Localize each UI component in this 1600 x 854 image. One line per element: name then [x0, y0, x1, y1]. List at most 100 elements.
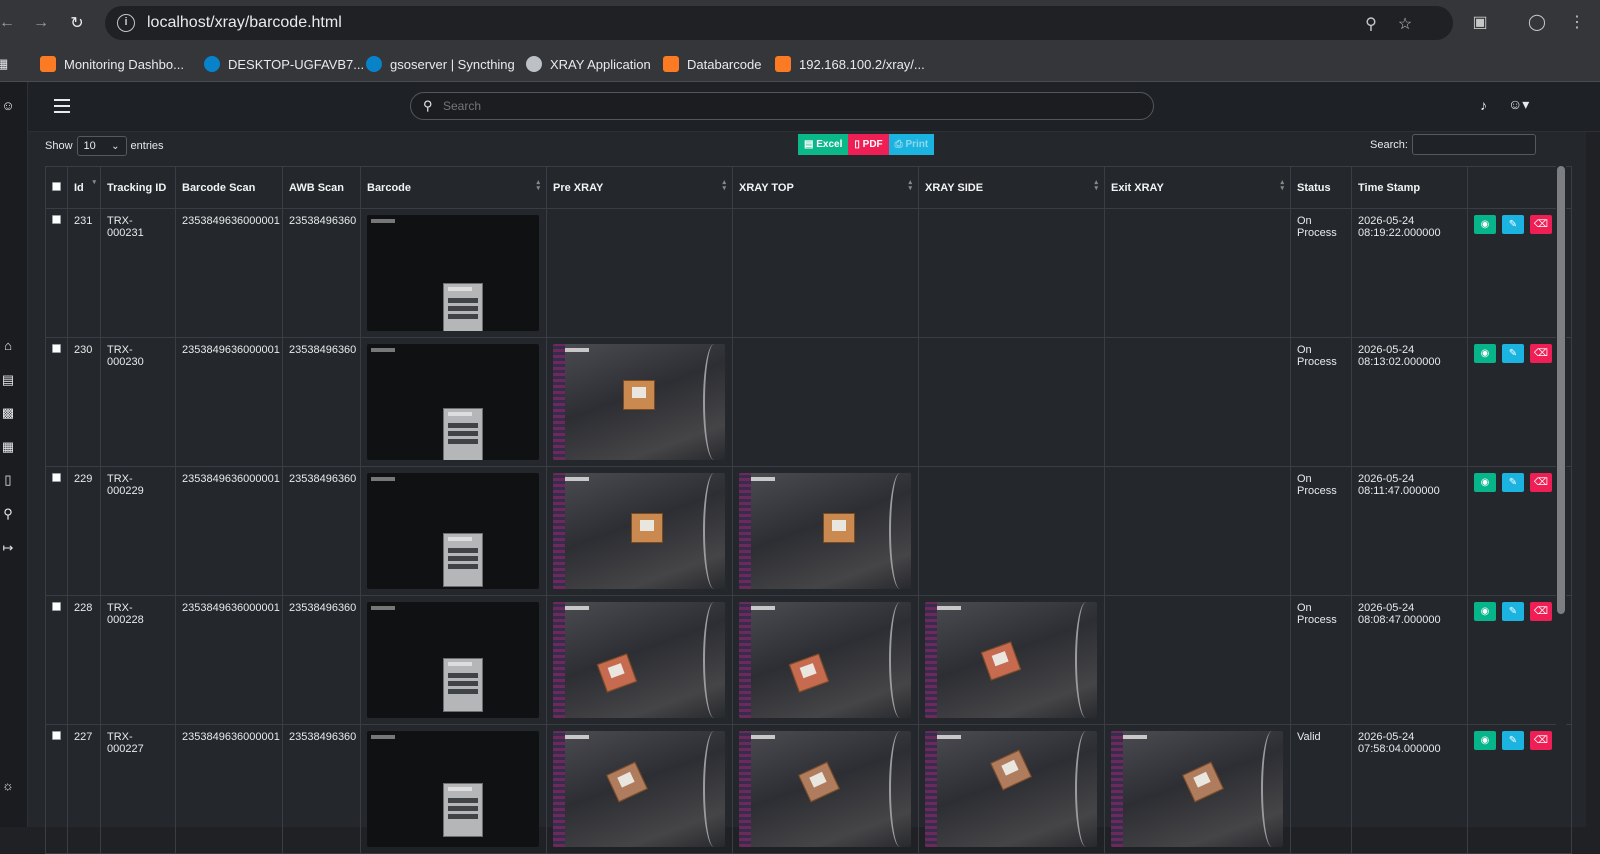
column-header-exit-xray[interactable]: Exit XRAY ▴ ▾ — [1104, 166, 1291, 209]
delete-button[interactable]: ⌫ — [1530, 602, 1552, 621]
barcode-image[interactable] — [367, 602, 539, 718]
barcode-image[interactable] — [367, 473, 539, 589]
column-header-xray-side[interactable]: XRAY SIDE ▴ ▾ — [918, 166, 1105, 209]
xray-top-cell — [732, 595, 919, 725]
barcode-image[interactable] — [367, 344, 539, 460]
forward-arrow-icon[interactable]: → — [28, 10, 54, 36]
global-search-input[interactable] — [443, 97, 1123, 115]
book-icon[interactable]: ▯ — [0, 472, 16, 488]
row-checkbox[interactable] — [52, 731, 61, 740]
zoom-icon[interactable]: ⚲ — [1361, 14, 1381, 34]
row-select-cell — [45, 466, 68, 596]
column-header-tracking-id[interactable]: Tracking ID — [100, 166, 176, 209]
pre-xray-image[interactable] — [553, 731, 725, 847]
hamburger-menu-icon[interactable] — [54, 99, 70, 113]
bookmark-item[interactable]: Monitoring Dashbo... — [40, 54, 184, 74]
view-button[interactable]: ◉ — [1474, 731, 1496, 750]
user-menu-icon[interactable]: ☺▾ — [1508, 96, 1529, 113]
table-row[interactable]: 228 TRX-000228 2353849636000001 23538496360… — [45, 595, 1572, 725]
xray-side-image[interactable] — [925, 602, 1097, 718]
delete-button[interactable]: ⌫ — [1530, 215, 1552, 234]
xray-top-image[interactable] — [739, 731, 911, 847]
pre-xray-image[interactable] — [553, 602, 725, 718]
column-header-pre-xray[interactable]: Pre XRAY ▴ ▾ — [546, 166, 733, 209]
column-header-awb-scan[interactable]: AWB Scan — [282, 166, 361, 209]
bookmark-star-icon[interactable]: ☆ — [1395, 14, 1415, 34]
select-all-checkbox[interactable] — [52, 181, 61, 191]
bookmark-item[interactable]: DESKTOP-UGFAVB7... — [204, 54, 364, 74]
package-shape — [1182, 761, 1224, 803]
notification-bell-icon[interactable]: ♪ — [1480, 97, 1487, 113]
edit-button[interactable]: ✎ — [1502, 473, 1524, 492]
menu-kebab-icon[interactable]: ⋮ — [1566, 12, 1588, 34]
row-select-cell — [45, 724, 68, 854]
apps-grid-icon[interactable]: ▦ — [0, 54, 8, 74]
tracking-id-cell: TRX-000229 — [100, 466, 176, 596]
site-info-icon[interactable]: i — [117, 14, 135, 32]
bookmark-item[interactable]: 192.168.100.2/xray/... — [775, 54, 925, 74]
row-checkbox[interactable] — [52, 602, 61, 611]
back-arrow-icon[interactable]: ← — [0, 10, 20, 36]
column-header-barcode[interactable]: Barcode ▴ ▾ — [360, 166, 547, 209]
url-text[interactable]: localhost/xray/barcode.html — [147, 14, 342, 32]
image-caption — [371, 348, 395, 352]
conveyor-belt — [553, 473, 565, 589]
column-header-xray-top[interactable]: XRAY TOP ▴ ▾ — [732, 166, 919, 209]
table-row[interactable]: 229 TRX-000229 2353849636000001 23538496360… — [45, 466, 1572, 596]
table-row[interactable]: 230 TRX-000230 2353849636000001 23538496360… — [45, 337, 1572, 467]
table-row[interactable]: 231 TRX-000231 2353849636000001 23538496360… — [45, 208, 1572, 338]
column-header-status[interactable]: Status — [1290, 166, 1352, 209]
edit-button[interactable]: ✎ — [1502, 215, 1524, 234]
xray-side-image[interactable] — [925, 731, 1097, 847]
logout-icon[interactable]: ↦ — [0, 540, 16, 556]
global-search[interactable]: ⚲ — [410, 92, 1154, 120]
xray-side-cell — [918, 724, 1105, 854]
bookmark-item[interactable]: gsoserver | Syncthing — [366, 54, 515, 74]
delete-button[interactable]: ⌫ — [1530, 344, 1552, 363]
search-icon[interactable]: ⚲ — [0, 506, 16, 522]
barcode-image[interactable] — [367, 215, 539, 331]
reload-icon[interactable]: ↻ — [64, 10, 90, 36]
bookmark-item[interactable]: Databarcode — [663, 54, 761, 74]
contact-card-icon[interactable]: ▤ — [0, 372, 16, 388]
user-circle-icon[interactable]: ☺ — [0, 98, 16, 114]
row-checkbox[interactable] — [52, 215, 61, 224]
view-button[interactable]: ◉ — [1474, 473, 1496, 492]
chart-icon[interactable]: ▩ — [0, 405, 16, 421]
delete-button[interactable]: ⌫ — [1530, 731, 1552, 750]
edit-button[interactable]: ✎ — [1502, 344, 1524, 363]
pre-xray-image[interactable] — [553, 344, 725, 460]
scroll-thumb[interactable] — [1557, 166, 1565, 614]
view-button[interactable]: ◉ — [1474, 215, 1496, 234]
exit-xray-image[interactable] — [1111, 731, 1283, 847]
bookmark-item[interactable]: XRAY Application — [526, 54, 651, 74]
view-button[interactable]: ◉ — [1474, 602, 1496, 621]
column-header-barcode-scan[interactable]: Barcode Scan — [175, 166, 283, 209]
home-icon[interactable]: ⌂ — [0, 338, 16, 354]
row-checkbox[interactable] — [52, 344, 61, 353]
address-bar[interactable]: i localhost/xray/barcode.html ⚲ ☆ — [105, 6, 1453, 40]
main-content: Show 10 ⌄ entries ▤ Excel ▯ PDF ⎙ Print … — [28, 132, 1586, 854]
row-checkbox[interactable] — [52, 473, 61, 482]
page-scrollbar[interactable] — [1556, 164, 1566, 827]
pre-xray-image[interactable] — [553, 473, 725, 589]
grid-icon[interactable]: ▦ — [0, 439, 16, 455]
tab-search-icon[interactable]: ▣ — [1469, 12, 1491, 34]
view-button[interactable]: ◉ — [1474, 344, 1496, 363]
xray-top-image[interactable] — [739, 602, 911, 718]
pdf-button[interactable]: ▯ PDF — [848, 134, 889, 155]
edit-button[interactable]: ✎ — [1502, 731, 1524, 750]
print-button[interactable]: ⎙ Print — [888, 134, 935, 155]
edit-button[interactable]: ✎ — [1502, 602, 1524, 621]
column-header-time-stamp[interactable]: Time Stamp — [1351, 166, 1468, 209]
profile-icon[interactable]: ◯ — [1526, 12, 1548, 34]
table-search-input[interactable] — [1411, 134, 1536, 155]
delete-button[interactable]: ⌫ — [1530, 473, 1552, 492]
table-row[interactable]: 227 TRX-000227 2353849636000001 23538496360… — [45, 724, 1572, 854]
theme-sun-icon[interactable]: ☼ — [0, 778, 16, 794]
entries-select[interactable]: 10 ⌄ — [76, 136, 127, 156]
xray-top-image[interactable] — [739, 473, 911, 589]
excel-button[interactable]: ▤ Excel — [798, 134, 849, 155]
barcode-image[interactable] — [367, 731, 539, 847]
column-header-id[interactable]: Id ▾ — [67, 166, 101, 209]
